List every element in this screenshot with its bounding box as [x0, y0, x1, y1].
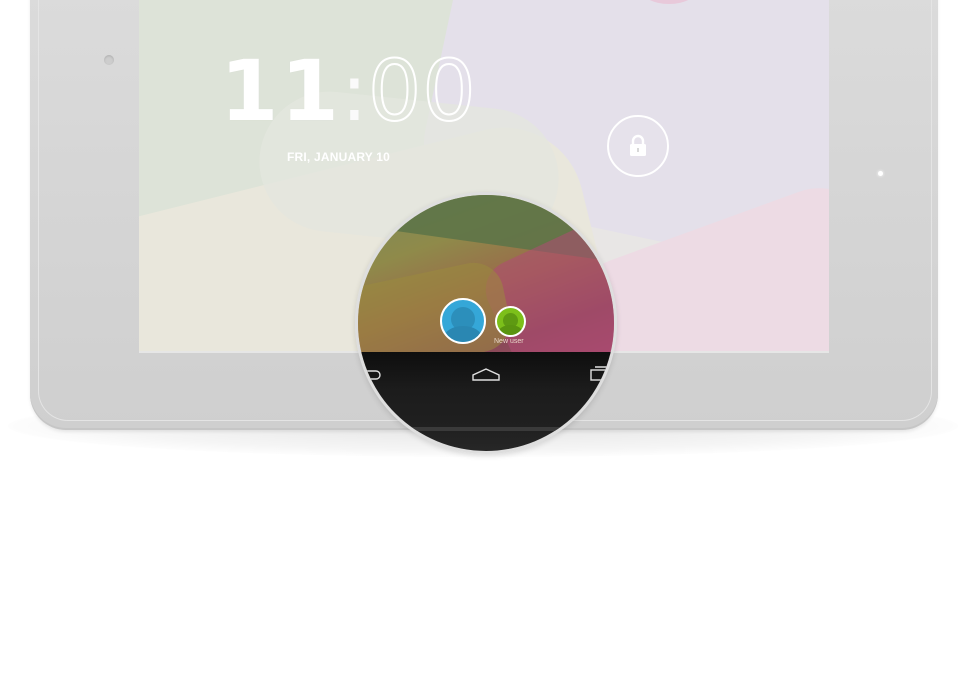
zoom-magnifier: New user	[355, 192, 617, 454]
clock-hours: 11	[220, 42, 341, 140]
lock-icon	[630, 134, 646, 156]
front-camera	[104, 55, 114, 65]
recent-apps-icon[interactable]	[590, 366, 616, 382]
new-user-label: New user	[494, 338, 524, 345]
user-avatar-button[interactable]	[440, 298, 486, 344]
navbar-edge	[358, 427, 614, 431]
clock-minutes: 00	[367, 41, 477, 141]
avatar-shoulders	[444, 326, 482, 342]
lockscreen-clock: 11:00	[220, 41, 477, 142]
clock-separator: :	[340, 46, 368, 139]
notification-light	[878, 171, 883, 176]
new-user-button[interactable]	[495, 306, 526, 337]
lockscreen-date: FRI, JANUARY 10	[287, 150, 391, 164]
back-icon[interactable]	[355, 367, 384, 383]
home-icon[interactable]	[471, 368, 501, 382]
unlock-button[interactable]	[607, 115, 669, 177]
